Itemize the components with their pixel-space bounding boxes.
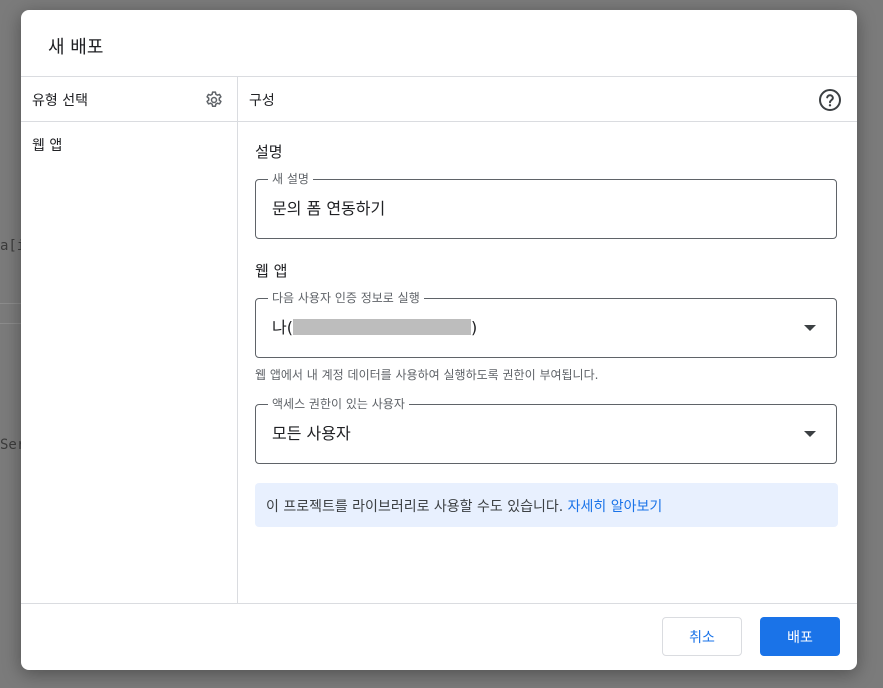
cancel-button[interactable]: 취소	[662, 617, 742, 656]
access-select[interactable]: 액세스 권한이 있는 사용자 모든 사용자	[255, 396, 837, 464]
new-deployment-dialog: 새 배포 유형 선택 웹 앱 구성 설명 새 설명 문의 폼 연동하기 웹 앱 …	[21, 10, 857, 670]
library-info-banner: 이 프로젝트를 라이브러리로 사용할 수도 있습니다. 자세히 알아보기	[255, 483, 838, 527]
gear-icon	[206, 91, 222, 107]
access-value: 모든 사용자	[272, 424, 351, 443]
access-label: 액세스 권한이 있는 사용자	[268, 396, 409, 412]
execute-as-prefix: 나(	[272, 318, 293, 337]
description-field-label: 새 설명	[268, 171, 313, 187]
background-divider	[0, 323, 22, 324]
webapp-section-title: 웹 앱	[255, 262, 288, 280]
column-header-divider	[21, 121, 857, 122]
help-button[interactable]	[816, 86, 844, 114]
dropdown-arrow-icon	[804, 325, 816, 331]
select-type-header: 유형 선택	[32, 93, 88, 109]
execute-as-value: 나()	[272, 317, 477, 339]
settings-button[interactable]	[202, 88, 226, 112]
header-divider	[21, 76, 857, 77]
column-divider	[237, 76, 238, 603]
library-info-text: 이 프로젝트를 라이브러리로 사용할 수도 있습니다. 자세히 알아보기	[266, 496, 662, 516]
deploy-button[interactable]: 배포	[760, 617, 840, 656]
background-divider	[0, 303, 22, 304]
library-info-message: 이 프로젝트를 라이브러리로 사용할 수도 있습니다.	[266, 499, 564, 515]
configuration-header: 구성	[249, 93, 275, 109]
description-field[interactable]: 새 설명 문의 폼 연동하기	[255, 171, 837, 239]
footer-divider	[21, 603, 857, 604]
type-item-webapp[interactable]: 웹 앱	[32, 135, 62, 155]
redacted-email	[292, 319, 471, 335]
description-input-value[interactable]: 문의 폼 연동하기	[272, 198, 385, 220]
dialog-title: 새 배포	[48, 37, 104, 58]
help-circle-icon	[819, 89, 841, 111]
dropdown-arrow-icon	[804, 431, 816, 437]
execute-as-suffix: )	[470, 318, 478, 337]
execute-as-select[interactable]: 다음 사용자 인증 정보로 실행 나()	[255, 290, 837, 358]
description-section-title: 설명	[255, 143, 283, 161]
learn-more-link[interactable]: 자세히 알아보기	[568, 499, 663, 515]
execute-as-label: 다음 사용자 인증 정보로 실행	[268, 290, 424, 306]
execute-as-helper-text: 웹 앱에서 내 계정 데이터를 사용하여 실행하도록 권한이 부여됩니다.	[255, 368, 599, 382]
